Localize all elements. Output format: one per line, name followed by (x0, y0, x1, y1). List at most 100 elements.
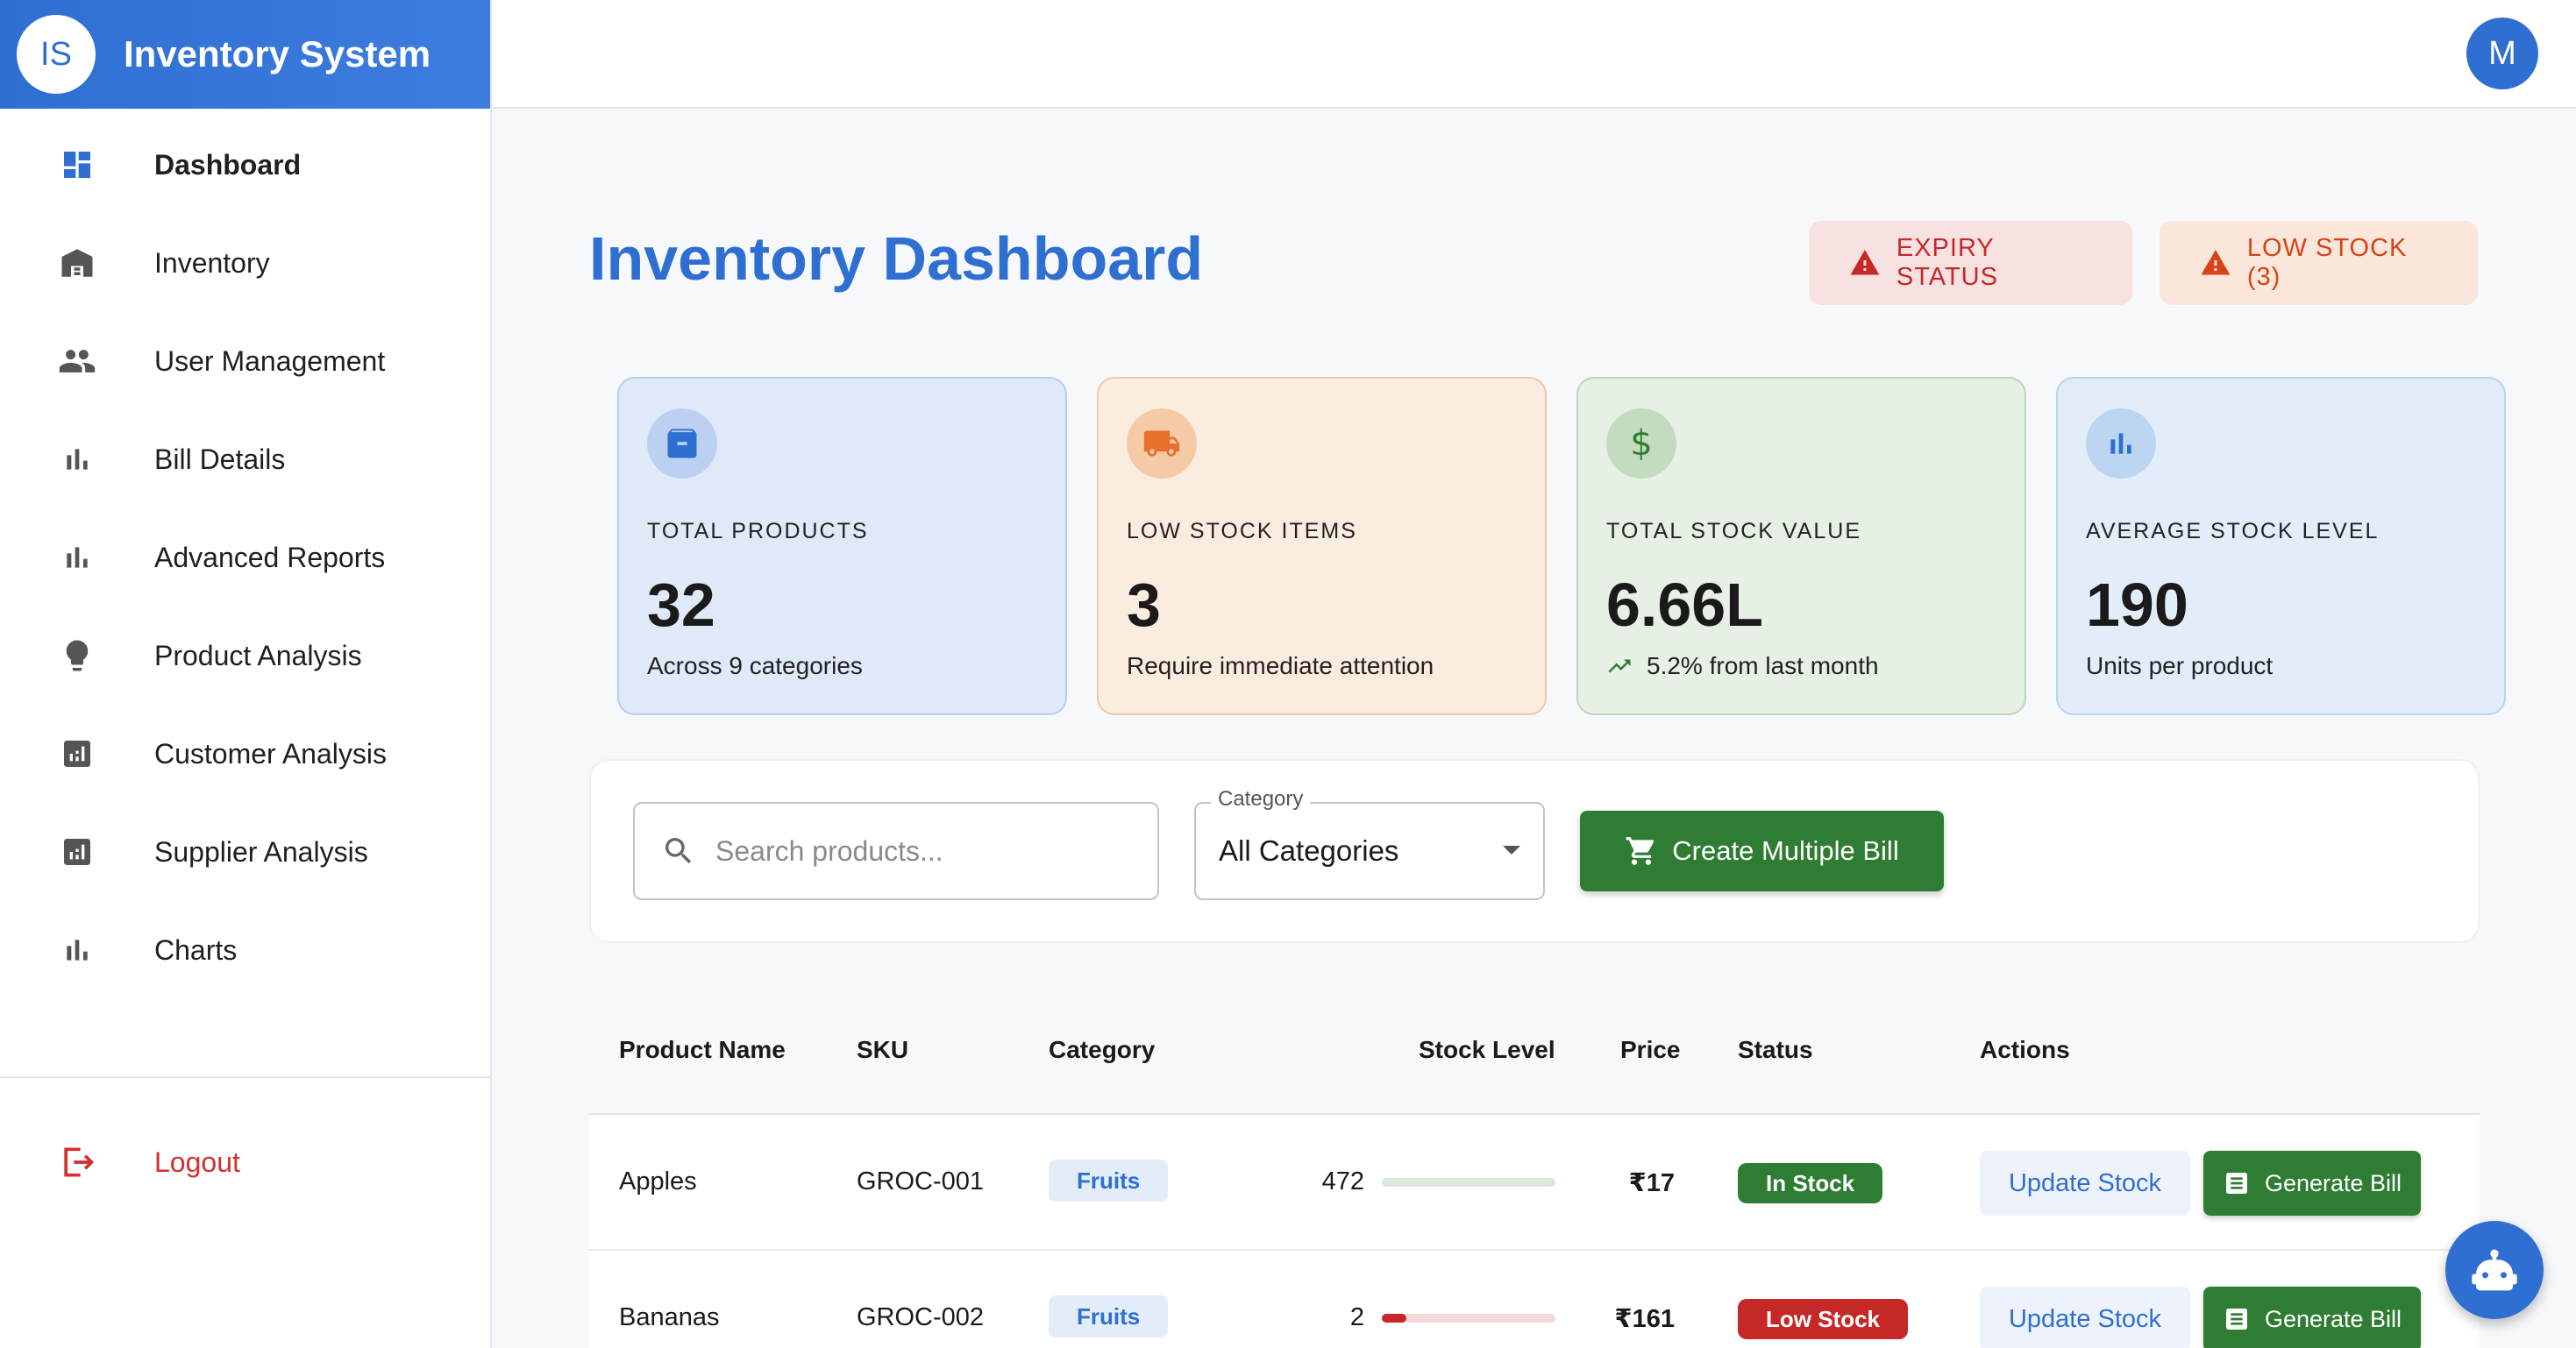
sidebar-item-label: Dashboard (154, 148, 302, 181)
column-header-stock-level[interactable]: Stock Level (1419, 1036, 1555, 1064)
logout-button[interactable]: Logout (0, 1113, 490, 1211)
sidebar-item-charts[interactable]: Charts (0, 901, 490, 999)
sku-cell: GROC-001 (857, 1167, 985, 1195)
search-input[interactable] (715, 834, 1136, 868)
sidebar-item-label: Bill Details (154, 443, 286, 475)
dashboard-icon (58, 145, 96, 184)
lightbulb-icon (58, 636, 96, 675)
generate-bill-label: Generate Bill (2264, 1305, 2402, 1332)
sidebar-item-advanced-reports[interactable]: Advanced Reports (0, 508, 490, 607)
table-header: Product Name SKU Category Stock Level Pr… (589, 987, 2480, 1115)
create-multiple-bill-button[interactable]: Create Multiple Bill (1580, 811, 1944, 891)
stock-level-bar-fill (1382, 1314, 1406, 1323)
product-name-cell: Bananas (619, 1303, 720, 1331)
stock-level-bar (1382, 1314, 1555, 1323)
stat-card-total-stock-value: $ TOTAL STOCK VALUE 6.66L 5.2% from last… (1576, 377, 2026, 715)
brand-header: IS Inventory System (0, 0, 490, 109)
expiry-status-label: EXPIRY STATUS (1896, 234, 1998, 291)
sidebar-item-label: Customer Analysis (154, 737, 387, 770)
warning-icon (2201, 250, 2231, 275)
table-row: Bananas GROC-002 Fruits 2 ₹161 Low Stock… (589, 1251, 2480, 1348)
product-name-cell: Apples (619, 1167, 697, 1195)
price-cell: ₹161 (1614, 1305, 1675, 1333)
sidebar-item-product-analysis[interactable]: Product Analysis (0, 607, 490, 705)
column-header-actions: Actions (1980, 1036, 2070, 1063)
low-stock-button[interactable]: LOW STOCK (3) (2160, 221, 2478, 305)
low-stock-label: LOW STOCK (3) (2246, 234, 2408, 291)
stat-card-total-products: TOTAL PRODUCTS 32 Across 9 categories (617, 377, 1067, 715)
stat-value: 3 (1127, 571, 1161, 639)
top-bar: M (492, 0, 2576, 109)
stat-value: 190 (2086, 571, 2188, 639)
truck-icon (1127, 408, 1197, 479)
stat-subtitle: Require immediate attention (1127, 652, 1434, 679)
column-header-category[interactable]: Category (1049, 1036, 1155, 1064)
sidebar-item-user-management[interactable]: User Management (0, 312, 490, 410)
table-row: Apples GROC-001 Fruits 472 ₹17 In Stock … (589, 1115, 2480, 1251)
category-select-value: All Categories (1219, 834, 1399, 867)
avatar[interactable]: M (2466, 18, 2538, 89)
category-chip: Fruits (1049, 1160, 1169, 1202)
stock-level-value: 2 (1349, 1303, 1364, 1331)
stat-title: TOTAL PRODUCTS (647, 519, 869, 543)
chatbot-button[interactable] (2445, 1221, 2544, 1319)
stat-title: LOW STOCK ITEMS (1127, 519, 1357, 543)
stat-title: TOTAL STOCK VALUE (1606, 519, 1862, 543)
column-header-product-name[interactable]: Product Name (619, 1036, 786, 1064)
expiry-status-button[interactable]: EXPIRY STATUS (1809, 221, 2132, 305)
sidebar-item-inventory[interactable]: Inventory (0, 214, 490, 312)
products-table: Product Name SKU Category Stock Level Pr… (589, 987, 2480, 1348)
stat-card-average-stock-level: AVERAGE STOCK LEVEL 190 Units per produc… (2056, 377, 2506, 715)
people-icon (58, 342, 96, 380)
column-header-status[interactable]: Status (1738, 1036, 1813, 1064)
logout-label: Logout (154, 1146, 240, 1178)
stat-subtitle: 5.2% from last month (1647, 652, 1879, 679)
sidebar-item-label: Advanced Reports (154, 541, 386, 573)
generate-bill-label: Generate Bill (2264, 1169, 2402, 1196)
archive-icon (647, 408, 717, 479)
status-badge: In Stock (1738, 1163, 1883, 1203)
sidebar-item-label: Product Analysis (154, 639, 362, 671)
receipt-icon (2225, 1309, 2247, 1330)
sidebar-item-bill-details[interactable]: Bill Details (0, 410, 490, 508)
stat-card-low-stock: LOW STOCK ITEMS 3 Require immediate atte… (1097, 377, 1547, 715)
cart-icon (1626, 837, 1654, 865)
stat-title: AVERAGE STOCK LEVEL (2086, 519, 2380, 543)
price-cell: ₹17 (1628, 1169, 1675, 1197)
generate-bill-button[interactable]: Generate Bill (2203, 1287, 2421, 1348)
trending-up-icon (1608, 659, 1631, 673)
category-select[interactable]: All Categories (1194, 802, 1545, 900)
sidebar-item-label: User Management (154, 344, 386, 377)
sidebar-nav: Dashboard Inventory User Management Bill… (0, 116, 490, 999)
status-badge: Low Stock (1738, 1299, 1909, 1339)
stock-level-value: 472 (1321, 1167, 1364, 1195)
stock-level-bar-fill (1382, 1178, 1555, 1187)
update-stock-button[interactable]: Update Stock (1980, 1151, 2190, 1216)
stat-subtitle: Across 9 categories (647, 652, 863, 679)
sidebar-item-customer-analysis[interactable]: Customer Analysis (0, 705, 490, 803)
update-stock-button[interactable]: Update Stock (1980, 1287, 2190, 1348)
stat-subtitle-row: 5.2% from last month (1606, 652, 1879, 680)
bar-chart-icon (2086, 408, 2156, 479)
bar-chart-icon (58, 538, 96, 577)
analytics-icon (58, 734, 96, 773)
sidebar-item-label: Supplier Analysis (154, 835, 368, 868)
column-header-price[interactable]: Price (1620, 1036, 1681, 1064)
stat-value: 6.66L (1606, 571, 1763, 639)
search-field[interactable] (633, 802, 1159, 900)
search-icon (665, 838, 692, 864)
sidebar-item-dashboard[interactable]: Dashboard (0, 116, 490, 214)
sidebar-item-supplier-analysis[interactable]: Supplier Analysis (0, 803, 490, 901)
column-header-sku[interactable]: SKU (857, 1036, 908, 1064)
stat-value: 32 (647, 571, 715, 639)
sidebar-item-label: Inventory (154, 246, 270, 279)
stat-subtitle: Units per product (2086, 652, 2274, 679)
warehouse-icon (58, 244, 96, 282)
create-multiple-bill-label: Create Multiple Bill (1672, 835, 1899, 866)
warning-icon (1850, 250, 1880, 275)
analytics-icon (58, 833, 96, 871)
caret-down-icon (1503, 846, 1520, 855)
page-title: Inventory Dashboard (589, 224, 1204, 293)
bar-chart-icon (58, 931, 96, 969)
generate-bill-button[interactable]: Generate Bill (2203, 1151, 2421, 1216)
